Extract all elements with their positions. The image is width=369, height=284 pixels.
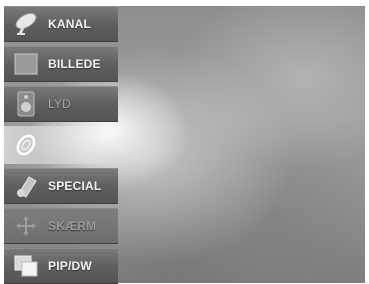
osd-main-menu: KANAL BILLEDE LYD SPECIAL SKÆRM PIP/DW: [4, 6, 118, 284]
menu-item-label: SPECIAL: [48, 179, 102, 193]
disc-icon: [12, 131, 40, 159]
speaker-icon: [12, 90, 40, 118]
menu-item-pip-dw[interactable]: PIP/DW: [4, 248, 118, 284]
pip-icon: [12, 252, 40, 280]
menu-item-label: LYD: [48, 97, 72, 111]
menu-item-selected[interactable]: [4, 126, 118, 164]
menu-item-billede[interactable]: BILLEDE: [4, 46, 118, 82]
satellite-dish-icon: [12, 10, 40, 38]
menu-item-special[interactable]: SPECIAL: [4, 168, 118, 204]
menu-item-skaerm[interactable]: SKÆRM: [4, 208, 118, 244]
menu-item-label: BILLEDE: [48, 57, 101, 71]
menu-item-label: PIP/DW: [48, 259, 92, 273]
picture-icon: [12, 50, 40, 78]
arrows-icon: [12, 212, 40, 240]
menu-item-label: SKÆRM: [48, 219, 97, 233]
menu-item-kanal[interactable]: KANAL: [4, 6, 118, 42]
menu-item-label: KANAL: [48, 17, 91, 31]
menu-item-lyd[interactable]: LYD: [4, 86, 118, 122]
tag-icon: [12, 172, 40, 200]
